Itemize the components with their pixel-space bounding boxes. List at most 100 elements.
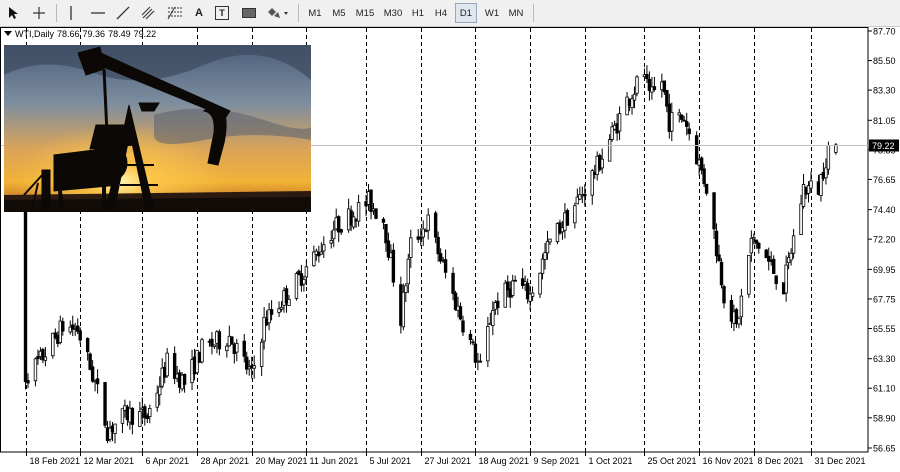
candle-body xyxy=(351,216,356,228)
shapes-menu-icon[interactable] xyxy=(264,3,292,23)
candle-body xyxy=(747,254,751,295)
candle-body xyxy=(685,121,689,127)
candle-body xyxy=(26,380,30,384)
candle-body xyxy=(369,189,373,212)
candle-body xyxy=(670,112,674,132)
horizontal-line-icon[interactable] xyxy=(88,3,108,23)
candle-body xyxy=(677,112,681,116)
candle-body xyxy=(113,423,117,434)
y-tick-label: 83.30 xyxy=(873,86,896,96)
y-tick-label: 58.90 xyxy=(873,413,896,423)
candle-body xyxy=(632,93,637,101)
candle-body xyxy=(739,295,744,318)
rectangle-icon[interactable] xyxy=(238,3,260,23)
text-label-icon[interactable]: T xyxy=(212,3,232,23)
vertical-line-icon[interactable] xyxy=(62,3,80,23)
fibonacci-icon[interactable] xyxy=(164,3,186,23)
candle-body xyxy=(304,266,309,278)
candle-body xyxy=(103,382,107,426)
symbol-header: WTI,Daily 78.66 79.36 78.49 79.22 xyxy=(4,29,156,39)
candle-body xyxy=(511,280,515,296)
y-tick-label: 76.65 xyxy=(873,175,896,185)
x-tick-label: 27 Jul 2021 xyxy=(425,456,472,466)
candle-body xyxy=(436,236,440,255)
timeframe-d1[interactable]: D1 xyxy=(455,3,477,23)
candle-body xyxy=(784,264,788,294)
candle-body xyxy=(772,258,776,274)
collapse-triangle-icon[interactable] xyxy=(4,31,12,37)
candle-body xyxy=(158,386,162,396)
equidistant-channel-icon[interactable] xyxy=(138,3,160,23)
candle-body xyxy=(540,258,545,274)
candle-body xyxy=(404,285,408,293)
candle-body xyxy=(78,330,82,341)
x-tick-label: 11 Jun 2021 xyxy=(310,456,359,466)
candle-body xyxy=(302,278,306,285)
candle-body xyxy=(235,343,239,353)
toolbar-separator xyxy=(533,4,534,22)
timeframe-mn[interactable]: MN xyxy=(505,3,527,23)
candle-body xyxy=(680,114,684,120)
ohlc-high: 79.36 xyxy=(82,29,106,39)
candle-body xyxy=(719,261,724,286)
x-tick-label: 18 Aug 2021 xyxy=(479,456,530,466)
timeframe-h4[interactable]: H4 xyxy=(430,3,452,23)
candle-body xyxy=(90,366,95,382)
candle-body xyxy=(573,205,577,224)
candle-body xyxy=(433,212,438,238)
x-tick-label: 28 Apr 2021 xyxy=(201,456,250,466)
oil-pumpjack-photo xyxy=(4,45,311,212)
candle-body xyxy=(757,242,761,249)
x-tick-label: 9 Sep 2021 xyxy=(534,456,580,466)
y-tick-label: 69.95 xyxy=(873,265,896,275)
candle-body xyxy=(712,192,716,230)
candle-body xyxy=(652,86,657,91)
candle-body xyxy=(230,336,234,345)
candle-body xyxy=(548,238,552,243)
candle-body xyxy=(468,333,473,341)
candle-body xyxy=(486,326,490,362)
candle-body xyxy=(252,365,256,369)
candle-body xyxy=(401,291,406,328)
candle-body xyxy=(212,344,217,348)
candle-body xyxy=(406,258,411,285)
y-tick-label: 74.40 xyxy=(873,205,896,215)
y-tick-label: 63.30 xyxy=(873,354,896,364)
cursor-icon[interactable] xyxy=(4,3,24,23)
candle-body xyxy=(374,208,378,219)
candle-body xyxy=(471,341,475,344)
candle-body xyxy=(182,373,187,385)
timeframe-w1[interactable]: W1 xyxy=(481,3,503,23)
candle-body xyxy=(704,183,709,194)
candle-body xyxy=(242,340,246,357)
y-tick-label: 87.70 xyxy=(873,27,896,37)
candle-body xyxy=(682,119,686,122)
candle-body xyxy=(513,279,517,282)
timeframe-h1[interactable]: H1 xyxy=(407,3,429,23)
candle-body xyxy=(635,76,639,94)
candle-body xyxy=(538,272,542,295)
text-icon[interactable]: A xyxy=(190,3,208,23)
candle-body xyxy=(799,203,803,236)
ohlc-low: 78.49 xyxy=(108,29,131,39)
candle-body xyxy=(155,392,159,408)
candle-body xyxy=(259,341,264,367)
x-tick-label: 16 Nov 2021 xyxy=(703,456,754,466)
candle-body xyxy=(543,252,547,260)
candle-body xyxy=(451,272,455,294)
x-tick-label: 20 May 2021 xyxy=(256,456,308,466)
candle-body xyxy=(339,229,343,233)
crosshair-icon[interactable] xyxy=(28,3,50,23)
candle-body xyxy=(754,239,759,244)
trendline-icon[interactable] xyxy=(113,3,133,23)
timeframe-m15[interactable]: M15 xyxy=(352,3,378,23)
candle-body xyxy=(319,251,324,255)
candle-body xyxy=(617,113,622,132)
candle-body xyxy=(809,180,813,189)
candle-body xyxy=(148,408,152,417)
candle-body xyxy=(791,235,796,254)
timeframe-m5[interactable]: M5 xyxy=(328,3,350,23)
timeframe-m30[interactable]: M30 xyxy=(380,3,406,23)
timeframe-m1[interactable]: M1 xyxy=(304,3,326,23)
candle-body xyxy=(600,158,604,169)
